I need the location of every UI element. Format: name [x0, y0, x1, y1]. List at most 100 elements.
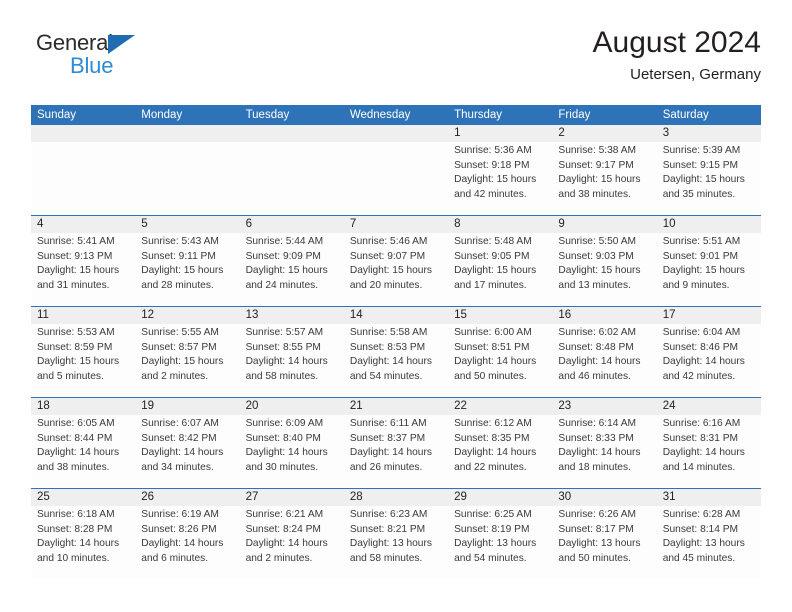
day-number[interactable]: 17	[657, 307, 761, 324]
day-number[interactable]: 15	[448, 307, 552, 324]
day-number[interactable]: 6	[240, 216, 344, 233]
day-number[interactable]: 16	[552, 307, 656, 324]
day-number[interactable]: 3	[657, 125, 761, 142]
day-number[interactable]: 22	[448, 398, 552, 415]
day-detail-line: and 38 minutes.	[37, 461, 110, 473]
day-detail-row: Sunrise: 6:18 AM Sunset: 8:28 PM Daylight:…	[31, 506, 761, 579]
day-number[interactable]: 26	[135, 489, 239, 506]
day-detail-line: Daylight: 15 hours	[662, 174, 745, 186]
day-detail-line: Daylight: 15 hours	[141, 356, 224, 368]
day-number[interactable]: 14	[344, 307, 448, 324]
day-cell[interactable]: Sunrise: 5:41 AM Sunset: 9:13 PM Daylight:…	[31, 233, 135, 306]
day-detail-line: Sunrise: 6:18 AM	[37, 509, 115, 520]
day-cell[interactable]: Sunrise: 5:58 AM Sunset: 8:53 PM Daylight:…	[344, 324, 448, 397]
day-detail-line: Daylight: 13 hours	[558, 538, 641, 550]
day-detail-line: Sunset: 9:03 PM	[558, 250, 634, 262]
day-detail-row: Sunrise: 5:53 AM Sunset: 8:59 PM Daylight:…	[31, 324, 761, 397]
day-cell[interactable]: Sunrise: 5:53 AM Sunset: 8:59 PM Daylight:…	[31, 324, 135, 397]
day-cell[interactable]: Sunrise: 6:02 AM Sunset: 8:48 PM Daylight:…	[552, 324, 656, 397]
day-detail-line: Sunset: 8:26 PM	[141, 523, 217, 535]
day-number[interactable]: 21	[344, 398, 448, 415]
day-cell[interactable]: Sunrise: 5:44 AM Sunset: 9:09 PM Daylight:…	[240, 233, 344, 306]
day-detail-line: Sunrise: 5:48 AM	[454, 236, 532, 247]
calendar-grid: Sunday Monday Tuesday Wednesday Thursday Frid…	[31, 105, 761, 579]
day-number[interactable]: 28	[344, 489, 448, 506]
day-number[interactable]: 12	[135, 307, 239, 324]
day-detail-line: and 38 minutes.	[558, 188, 631, 200]
day-detail-line: Sunrise: 5:53 AM	[37, 327, 115, 338]
day-number[interactable]: 30	[552, 489, 656, 506]
day-cell[interactable]: Sunrise: 6:23 AM Sunset: 8:21 PM Daylight:…	[344, 506, 448, 579]
day-cell[interactable]: Sunrise: 6:16 AM Sunset: 8:31 PM Daylight:…	[657, 415, 761, 488]
day-detail-line: Daylight: 15 hours	[454, 174, 537, 186]
day-number[interactable]: 19	[135, 398, 239, 415]
day-detail-line: Sunrise: 5:57 AM	[245, 327, 324, 338]
day-cell[interactable]: Sunrise: 6:00 AM Sunset: 8:51 PM Daylight:…	[448, 324, 552, 397]
day-cell-empty	[240, 142, 344, 215]
calendar-week-row: 4 5 6 7 8 9 10 Sunrise: 5:41 AM Sunset: 9:13 PM D…	[31, 215, 761, 306]
day-number[interactable]: 20	[240, 398, 344, 415]
day-number[interactable]: 18	[31, 398, 135, 415]
day-number[interactable]: 23	[552, 398, 656, 415]
day-detail-line: Sunset: 8:57 PM	[141, 341, 217, 353]
day-number[interactable]: 31	[657, 489, 761, 506]
day-detail-line: Sunset: 8:44 PM	[37, 432, 113, 444]
day-cell-empty	[344, 142, 448, 215]
day-cell[interactable]: Sunrise: 5:48 AM Sunset: 9:05 PM Daylight:…	[448, 233, 552, 306]
day-cell[interactable]: Sunrise: 5:38 AM Sunset: 9:17 PM Daylight:…	[552, 142, 656, 215]
day-number[interactable]: 11	[31, 307, 135, 324]
page-subtitle-location: Uetersen, Germany	[630, 66, 761, 83]
day-cell[interactable]: Sunrise: 6:26 AM Sunset: 8:17 PM Daylight:…	[552, 506, 656, 579]
day-number[interactable]: 7	[344, 216, 448, 233]
day-cell[interactable]: Sunrise: 6:28 AM Sunset: 8:14 PM Daylight:…	[657, 506, 761, 579]
day-cell[interactable]: Sunrise: 5:36 AM Sunset: 9:18 PM Daylight:…	[448, 142, 552, 215]
day-detail-line: Sunrise: 5:44 AM	[245, 236, 324, 247]
day-cell[interactable]: Sunrise: 5:51 AM Sunset: 9:01 PM Daylight:…	[657, 233, 761, 306]
day-cell[interactable]: Sunrise: 6:14 AM Sunset: 8:33 PM Daylight:…	[552, 415, 656, 488]
day-detail-line: Sunset: 8:33 PM	[558, 432, 634, 444]
day-detail-line: Daylight: 14 hours	[349, 356, 432, 368]
day-cell[interactable]: Sunrise: 5:55 AM Sunset: 8:57 PM Daylight:…	[135, 324, 239, 397]
day-cell[interactable]: Sunrise: 6:04 AM Sunset: 8:46 PM Daylight:…	[657, 324, 761, 397]
day-cell[interactable]: Sunrise: 6:25 AM Sunset: 8:19 PM Daylight:…	[448, 506, 552, 579]
day-number[interactable]: 27	[240, 489, 344, 506]
day-cell[interactable]: Sunrise: 6:21 AM Sunset: 8:24 PM Daylight:…	[240, 506, 344, 579]
general-blue-logo[interactable]: General Blue	[36, 32, 256, 77]
day-detail-line: and 54 minutes.	[349, 370, 423, 382]
day-cell[interactable]: Sunrise: 6:11 AM Sunset: 8:37 PM Daylight:…	[344, 415, 448, 488]
day-cell[interactable]: Sunrise: 5:57 AM Sunset: 8:55 PM Daylight:…	[240, 324, 344, 397]
day-number[interactable]: 29	[448, 489, 552, 506]
day-number[interactable]: 5	[135, 216, 239, 233]
day-cell[interactable]: Sunrise: 6:09 AM Sunset: 8:40 PM Daylight:…	[240, 415, 344, 488]
weekday-header-sunday: Sunday	[37, 109, 77, 121]
day-number[interactable]: 1	[448, 125, 552, 142]
day-detail-line: Sunrise: 5:46 AM	[349, 236, 428, 247]
day-detail-line: Daylight: 14 hours	[662, 447, 745, 459]
day-number[interactable]: 4	[31, 216, 135, 233]
day-number[interactable]: 9	[552, 216, 656, 233]
day-number[interactable]: 25	[31, 489, 135, 506]
day-cell[interactable]: Sunrise: 6:12 AM Sunset: 8:35 PM Daylight:…	[448, 415, 552, 488]
page-title: August 2024	[592, 26, 761, 59]
day-cell[interactable]: Sunrise: 6:05 AM Sunset: 8:44 PM Daylight:…	[31, 415, 135, 488]
day-number[interactable]: 13	[240, 307, 344, 324]
weekday-header-row: Sunday Monday Tuesday Wednesday Thursday Frid…	[31, 105, 761, 125]
day-number[interactable]: 8	[448, 216, 552, 233]
day-number[interactable]: 2	[552, 125, 656, 142]
day-detail-line: Sunset: 8:55 PM	[245, 341, 321, 353]
day-cell[interactable]: Sunrise: 6:19 AM Sunset: 8:26 PM Daylight:…	[135, 506, 239, 579]
logo-text-blue: Blue	[70, 53, 114, 78]
day-detail-line: Daylight: 14 hours	[245, 538, 328, 550]
day-number[interactable]: 24	[657, 398, 761, 415]
day-cell[interactable]: Sunrise: 5:39 AM Sunset: 9:15 PM Daylight:…	[657, 142, 761, 215]
day-cell[interactable]: Sunrise: 5:43 AM Sunset: 9:11 PM Daylight:…	[135, 233, 239, 306]
day-detail-line: and 45 minutes.	[662, 552, 736, 564]
day-number[interactable]: 10	[657, 216, 761, 233]
day-cell[interactable]: Sunrise: 6:18 AM Sunset: 8:28 PM Daylight:…	[31, 506, 135, 579]
day-detail-line: and 9 minutes.	[662, 279, 730, 291]
day-cell[interactable]: Sunrise: 6:07 AM Sunset: 8:42 PM Daylight:…	[135, 415, 239, 488]
day-cell[interactable]: Sunrise: 5:46 AM Sunset: 9:07 PM Daylight:…	[344, 233, 448, 306]
day-cell[interactable]: Sunrise: 5:50 AM Sunset: 9:03 PM Daylight:…	[552, 233, 656, 306]
day-number-row: 18 19 20 21 22 23 24	[31, 398, 761, 415]
day-detail-line: Daylight: 13 hours	[349, 538, 432, 550]
